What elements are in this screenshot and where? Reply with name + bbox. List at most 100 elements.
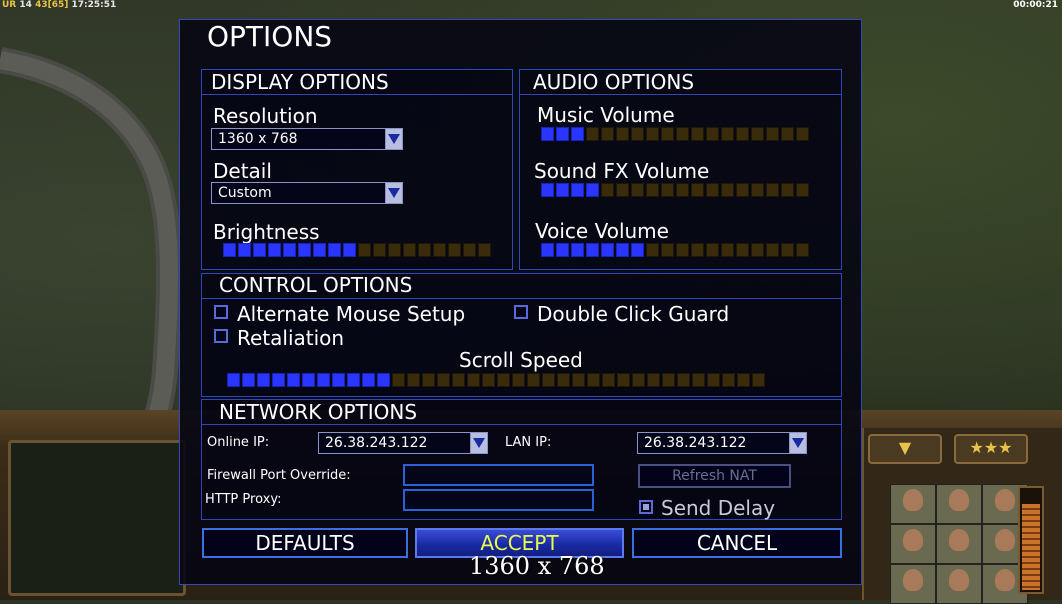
slider-segment-empty[interactable] <box>766 183 779 197</box>
slider-segment-empty[interactable] <box>482 373 495 387</box>
slider-segment-empty[interactable] <box>572 373 585 387</box>
detail-dropdown[interactable]: Custom <box>211 182 403 204</box>
slider-segment-empty[interactable] <box>616 127 629 141</box>
slider-segment-filled[interactable] <box>541 243 554 257</box>
slider-segment-empty[interactable] <box>706 127 719 141</box>
slider-segment-empty[interactable] <box>512 373 525 387</box>
slider-segment-empty[interactable] <box>407 373 420 387</box>
slider-segment-empty[interactable] <box>448 243 461 257</box>
voice-volume-slider[interactable] <box>541 243 809 257</box>
slider-segment-filled[interactable] <box>556 127 569 141</box>
slider-segment-empty[interactable] <box>661 183 674 197</box>
slider-segment-empty[interactable] <box>542 373 555 387</box>
slider-segment-filled[interactable] <box>347 373 360 387</box>
slider-segment-empty[interactable] <box>721 243 734 257</box>
slider-segment-empty[interactable] <box>646 127 659 141</box>
slider-segment-empty[interactable] <box>691 243 704 257</box>
slider-segment-filled[interactable] <box>242 373 255 387</box>
slider-segment-filled[interactable] <box>317 373 330 387</box>
slider-segment-empty[interactable] <box>631 183 644 197</box>
slider-segment-empty[interactable] <box>781 243 794 257</box>
chevron-down-icon[interactable] <box>789 433 806 453</box>
slider-segment-filled[interactable] <box>227 373 240 387</box>
slider-segment-empty[interactable] <box>766 127 779 141</box>
slider-segment-empty[interactable] <box>452 373 465 387</box>
slider-segment-empty[interactable] <box>796 183 809 197</box>
slider-segment-empty[interactable] <box>676 127 689 141</box>
slider-segment-empty[interactable] <box>601 183 614 197</box>
slider-segment-filled[interactable] <box>586 183 599 197</box>
minimap[interactable] <box>8 440 186 596</box>
unit-portrait[interactable] <box>890 564 936 604</box>
slider-segment-empty[interactable] <box>587 373 600 387</box>
slider-segment-filled[interactable] <box>238 243 251 257</box>
chevron-down-icon[interactable] <box>385 129 402 149</box>
slider-segment-filled[interactable] <box>223 243 236 257</box>
slider-segment-empty[interactable] <box>781 183 794 197</box>
slider-segment-empty[interactable] <box>463 243 476 257</box>
slider-segment-empty[interactable] <box>646 243 659 257</box>
unit-portrait[interactable] <box>890 484 936 524</box>
slider-segment-empty[interactable] <box>752 373 765 387</box>
slider-segment-filled[interactable] <box>298 243 311 257</box>
slider-segment-empty[interactable] <box>736 127 749 141</box>
resolution-dropdown[interactable]: 1360 x 768 <box>211 128 403 150</box>
slider-segment-empty[interactable] <box>691 183 704 197</box>
slider-segment-empty[interactable] <box>433 243 446 257</box>
unit-portrait[interactable] <box>890 524 936 564</box>
slider-segment-empty[interactable] <box>527 373 540 387</box>
slider-segment-empty[interactable] <box>557 373 570 387</box>
slider-segment-empty[interactable] <box>796 243 809 257</box>
slider-segment-empty[interactable] <box>617 373 630 387</box>
slider-segment-empty[interactable] <box>616 183 629 197</box>
slider-segment-empty[interactable] <box>358 243 371 257</box>
slider-segment-filled[interactable] <box>268 243 281 257</box>
slider-segment-filled[interactable] <box>571 183 584 197</box>
scroll-speed-slider[interactable] <box>227 373 765 387</box>
slider-segment-empty[interactable] <box>766 243 779 257</box>
slider-segment-filled[interactable] <box>556 183 569 197</box>
slider-segment-empty[interactable] <box>692 373 705 387</box>
slider-segment-empty[interactable] <box>737 373 750 387</box>
slider-segment-filled[interactable] <box>571 127 584 141</box>
unit-portrait[interactable] <box>936 484 982 524</box>
alternate-mouse-checkbox[interactable] <box>214 305 228 319</box>
slider-segment-empty[interactable] <box>796 127 809 141</box>
online-ip-dropdown[interactable]: 26.38.243.122 <box>318 432 488 454</box>
unit-portrait[interactable] <box>936 564 982 604</box>
slider-segment-empty[interactable] <box>632 373 645 387</box>
brightness-slider[interactable] <box>223 243 491 257</box>
slider-segment-filled[interactable] <box>343 243 356 257</box>
slider-segment-empty[interactable] <box>722 373 735 387</box>
slider-segment-empty[interactable] <box>751 127 764 141</box>
slider-segment-empty[interactable] <box>418 243 431 257</box>
double-click-guard-checkbox[interactable] <box>514 305 528 319</box>
slider-segment-empty[interactable] <box>602 373 615 387</box>
slider-segment-filled[interactable] <box>541 183 554 197</box>
slider-segment-filled[interactable] <box>257 373 270 387</box>
slider-segment-filled[interactable] <box>328 243 341 257</box>
slider-segment-empty[interactable] <box>392 373 405 387</box>
slider-segment-empty[interactable] <box>403 243 416 257</box>
slider-segment-empty[interactable] <box>721 127 734 141</box>
send-delay-checkbox[interactable] <box>639 500 653 514</box>
slider-segment-filled[interactable] <box>272 373 285 387</box>
music-volume-slider[interactable] <box>541 127 809 141</box>
slider-segment-filled[interactable] <box>377 373 390 387</box>
slider-segment-filled[interactable] <box>283 243 296 257</box>
slider-segment-empty[interactable] <box>751 183 764 197</box>
slider-segment-filled[interactable] <box>586 243 599 257</box>
lan-ip-dropdown[interactable]: 26.38.243.122 <box>637 432 807 454</box>
slider-segment-empty[interactable] <box>631 127 644 141</box>
slider-segment-filled[interactable] <box>631 243 644 257</box>
slider-segment-empty[interactable] <box>721 183 734 197</box>
slider-segment-empty[interactable] <box>422 373 435 387</box>
slider-segment-empty[interactable] <box>437 373 450 387</box>
slider-segment-empty[interactable] <box>601 127 614 141</box>
slider-segment-filled[interactable] <box>302 373 315 387</box>
slider-segment-empty[interactable] <box>707 373 720 387</box>
slider-segment-empty[interactable] <box>497 373 510 387</box>
slider-segment-filled[interactable] <box>571 243 584 257</box>
slider-segment-filled[interactable] <box>313 243 326 257</box>
slider-segment-filled[interactable] <box>253 243 266 257</box>
